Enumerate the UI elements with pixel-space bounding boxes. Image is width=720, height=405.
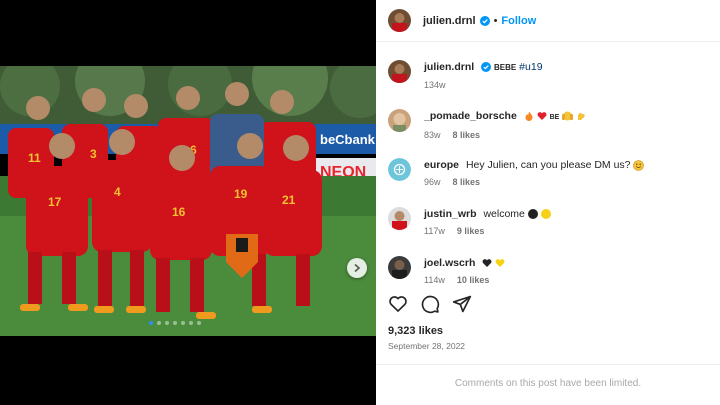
verified-badge-icon	[481, 62, 492, 73]
black-heart-emoji-icon	[482, 259, 492, 268]
smiling-face-emoji-icon	[633, 159, 645, 171]
shirt-number-text: 17	[48, 195, 62, 209]
comment-age: 117w	[424, 226, 445, 236]
caption: julien.drnl BEBE #u19 134w	[388, 60, 543, 90]
shirt-number-text: 11	[28, 151, 41, 165]
black-circle-emoji-icon	[527, 209, 538, 220]
yellow-circle-emoji-icon	[540, 209, 551, 220]
author-avatar[interactable]	[388, 9, 411, 32]
comment-age: 96w	[424, 177, 441, 187]
carousel-dot[interactable]	[189, 321, 193, 325]
commenter-avatar[interactable]	[388, 158, 411, 181]
carousel-dots	[149, 321, 201, 325]
comment-likes[interactable]: 8 likes	[453, 177, 481, 187]
caption-username[interactable]: julien.drnl	[424, 61, 474, 73]
comment-text: Hey Julien, can you please DM us?	[465, 159, 631, 171]
media-pane: beCbank NEON 11 3 6 17 4 16 19 21	[0, 0, 376, 405]
ad-banner-text: beCbank	[320, 132, 376, 147]
flexed-biceps-emoji-icon	[578, 113, 585, 121]
post-actions	[388, 294, 472, 314]
separator-dot: •	[493, 14, 498, 27]
shirt-number-text: 19	[234, 187, 248, 201]
fire-emoji-icon	[525, 111, 533, 122]
carousel-dot[interactable]	[197, 321, 201, 325]
comments-limited-notice: Comments on this post have been limited.	[454, 378, 642, 389]
author-avatar[interactable]	[388, 60, 411, 83]
verified-badge-icon	[479, 15, 490, 26]
carousel-dot[interactable]	[165, 321, 169, 325]
commenter-username[interactable]: justin_wrb	[424, 208, 477, 220]
post-info-pane: julien.drnl • Follow julien.drnl BEBE #u…	[376, 0, 720, 405]
divider	[376, 364, 720, 365]
comment-item: justin_wrb welcome 117w 9 likes	[388, 207, 551, 236]
hashtag-link[interactable]: #u19	[519, 61, 542, 73]
comment-item: joel.wscrh 114w 10 likes	[388, 256, 505, 285]
post-header: julien.drnl • Follow	[376, 0, 720, 42]
comment-tag: BE	[549, 114, 560, 121]
comment-bubble-icon[interactable]	[420, 294, 440, 314]
comment-item: _pomade_borsche BE 83w 8 likes	[388, 109, 586, 140]
commenter-avatar[interactable]	[388, 256, 411, 279]
follow-button[interactable]: Follow	[501, 15, 536, 27]
post-date: September 28, 2022	[388, 341, 466, 351]
red-heart-emoji-icon	[537, 112, 547, 121]
commenter-username[interactable]: europe	[424, 159, 459, 171]
carousel-dot[interactable]	[181, 321, 185, 325]
comment-age: 114w	[424, 275, 445, 285]
next-slide-button[interactable]	[347, 258, 367, 278]
face-with-hands-emoji-icon	[562, 111, 574, 121]
commenter-avatar[interactable]	[388, 109, 411, 132]
shirt-number-text: 21	[282, 193, 296, 207]
author-username[interactable]: julien.drnl	[423, 15, 476, 27]
share-paper-plane-icon[interactable]	[452, 294, 472, 314]
like-heart-icon[interactable]	[388, 294, 408, 314]
chevron-right-icon	[354, 263, 361, 273]
comment-text: welcome	[483, 208, 525, 220]
carousel-dot[interactable]	[157, 321, 161, 325]
carousel-dot[interactable]	[149, 321, 153, 325]
shirt-number-text: 16	[172, 205, 186, 219]
comment-likes[interactable]: 8 likes	[453, 130, 481, 140]
post-photo[interactable]: beCbank NEON 11 3 6 17 4 16 19 21	[0, 66, 376, 336]
shirt-number-text: 3	[90, 147, 97, 161]
commenter-username[interactable]: _pomade_borsche	[424, 110, 517, 122]
carousel-dot[interactable]	[173, 321, 177, 325]
team-photo-illustration: beCbank NEON 11 3 6 17 4 16 19 21	[0, 66, 376, 336]
shirt-number-text: 4	[114, 185, 121, 199]
yellow-heart-emoji-icon	[495, 259, 505, 268]
caption-tag: BEBE	[494, 63, 517, 72]
comment-likes[interactable]: 10 likes	[457, 275, 490, 285]
comment-item: europe Hey Julien, can you please DM us?…	[388, 158, 645, 187]
commenter-avatar[interactable]	[388, 207, 411, 230]
comment-likes[interactable]: 9 likes	[457, 226, 485, 236]
commenter-username[interactable]: joel.wscrh	[424, 257, 475, 269]
likes-count[interactable]: 9,323 likes	[388, 325, 443, 337]
comment-age: 83w	[424, 130, 441, 140]
comments-list: julien.drnl BEBE #u19 134w _pomade_borsc…	[376, 50, 720, 285]
caption-age: 134w	[424, 80, 446, 90]
